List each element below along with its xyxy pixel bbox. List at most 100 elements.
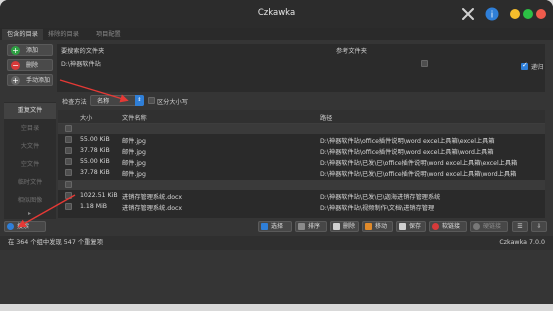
save-icon [399,223,406,230]
add-dir-button[interactable]: + 添加 [7,44,53,56]
cell-size: 55.00 KiB [80,158,110,165]
tools-icon[interactable] [460,6,476,22]
svg-text:i: i [491,11,494,21]
cell-name: 邮件.jpg [122,149,146,156]
minimize-button[interactable] [510,9,520,19]
table-row[interactable]: 37.78 KiB 邮件.jpg D:\神器软件站\已发\已\office插件说… [58,168,545,178]
row-checkbox[interactable] [65,169,72,176]
panel-icon: ☰ [517,223,523,230]
sidebar-item-duplicates[interactable]: 重复文件 [4,103,56,119]
select-button[interactable]: 选择 [258,221,292,232]
tab-project-settings[interactable]: 项目配置 [96,29,121,40]
sort-button[interactable]: 排序 [295,221,327,232]
manual-add-button[interactable]: + 手动添加 [7,74,53,86]
add-dir-label: 添加 [26,47,39,54]
info-icon[interactable]: i [484,6,500,22]
row-checkbox[interactable] [65,203,72,210]
sidebar-item-similar-images[interactable]: 相似图像 [4,193,56,209]
bottom-toolbar: 搜索 选择 排序 删除 移动 保存 软链接 硬链接 ☰ ⇩ [0,219,553,234]
folder-icon [365,223,372,230]
results-table: 大小 文件名称 路径 55.00 KiB 邮件.jpg D:\神器软件站\off… [58,110,545,218]
move-button[interactable]: 移动 [362,221,393,232]
row-checkbox[interactable] [65,147,72,154]
method-select[interactable]: 名称 ⇕ [90,95,144,106]
table-row[interactable]: 55.00 KiB 邮件.jpg D:\神器软件站\office插件说明\wor… [58,135,545,145]
cell-name: 进销存管理系统.docx [122,205,183,212]
reference-checkbox[interactable] [421,60,428,67]
bottom-panel-toggle-button[interactable]: ☰ [512,221,528,232]
cell-path: D:\神器软件站\office插件说明\word excel上具箱\excel上… [320,138,495,145]
symlink-button[interactable]: 软链接 [429,221,467,232]
table-header: 大小 文件名称 路径 [58,110,545,124]
save-button[interactable]: 保存 [396,221,426,232]
table-row[interactable]: 1022.51 KiB 进销存管理系统.docx D:\神器软件站\已发\已\迦… [58,191,545,201]
cell-path: D:\神器软件站\已发\已\office插件说明\word excel上具箱\w… [320,171,517,178]
dir-entry[interactable]: D:\神器软件站 [61,59,101,68]
recursive-label: 递归 [531,64,544,71]
trash-icon [333,223,340,230]
case-sensitive-checkbox[interactable] [148,97,155,104]
version-label: Czkawka 7.0.0 [499,239,545,246]
cell-name: 邮件.jpg [122,138,146,145]
group-header-row [58,180,545,190]
move-label: 移动 [375,223,388,230]
cell-size: 37.78 KiB [80,169,110,176]
cell-name: 邮件.jpg [122,160,146,167]
hardlink-label: 硬链接 [483,223,502,230]
status-text: 在 364 个组中发现 547 个重复项 [8,239,104,246]
col-path[interactable]: 路径 [320,113,332,122]
cell-name: 进销存管理系统.docx [122,194,183,201]
save-label: 保存 [409,223,422,230]
status-bar: 在 364 个组中发现 547 个重复项 Czkawka 7.0.0 [0,236,553,250]
select-label: 选择 [271,223,284,230]
cell-path: D:\神器软件站\office插件说明\word excel上具箱\word上具… [320,149,494,156]
minus-icon: − [11,61,20,70]
hardlink-button[interactable]: 硬链接 [470,221,508,232]
plus-icon: + [11,76,20,85]
sidebar-item-empty-files[interactable]: 空文件 [4,157,56,173]
sort-icon [298,223,305,230]
recursive-checkbox[interactable] [521,61,528,70]
sidebar-item-big-files[interactable]: 大文件 [4,139,56,155]
table-row[interactable]: 37.78 KiB 邮件.jpg D:\神器软件站\office插件说明\wor… [58,146,545,156]
dir-list: 要搜索的文件夹 参考文件夹 D:\神器软件站 递归 [57,44,545,92]
row-checkbox[interactable] [65,181,72,188]
remove-dir-button[interactable]: − 删除 [7,59,53,71]
hardlink-icon [473,223,480,230]
tab-included-dirs[interactable]: 包含的目录 [2,29,43,40]
close-button[interactable] [536,9,546,19]
search-icon [7,223,14,230]
select-icon [261,223,268,230]
cell-name: 邮件.jpg [122,171,146,178]
cell-size: 1022.51 KiB [80,192,118,199]
row-checkbox[interactable] [65,158,72,165]
cell-path: D:\神器软件站\已发\已\迦海进销存管理系统 [320,194,441,201]
row-checkbox[interactable] [65,136,72,143]
delete-label: 删除 [343,223,356,230]
row-checkbox[interactable] [65,192,72,199]
col-name[interactable]: 文件名称 [122,113,147,122]
tab-excluded-dirs[interactable]: 排除的目录 [48,29,79,40]
delete-button[interactable]: 删除 [330,221,359,232]
scroll-down-icon[interactable]: ▸ [28,210,31,217]
maximize-button[interactable] [523,9,533,19]
plus-icon: + [11,46,20,55]
col-size[interactable]: 大小 [80,113,92,122]
group-header-row [58,124,545,134]
sidebar-item-empty-dirs[interactable]: 空目录 [4,121,56,137]
text-view-icon: ⇩ [536,223,542,230]
app-window: Czkawka i 包含的目录 排除的目录 项目配置 + 添加 − 删除 + 手… [0,0,553,304]
search-button[interactable]: 搜索 [4,221,46,232]
title-bar: Czkawka i [0,0,553,29]
chevron-updown-icon: ⇕ [135,95,144,106]
manual-add-label: 手动添加 [26,77,51,84]
sidebar-item-temp-files[interactable]: 临时文件 [4,175,56,191]
method-value: 名称 [97,98,110,105]
row-checkbox[interactable] [65,125,72,132]
cell-path: D:\神器软件站\已发\已\office插件说明\word excel上具箱\e… [320,160,518,167]
table-row[interactable]: 55.00 KiB 邮件.jpg D:\神器软件站\已发\已\office插件说… [58,157,545,167]
method-bar: 检查方法 名称 ⇕ 区分大小写 [58,93,545,109]
table-row[interactable]: 1.18 MiB 进销存管理系统.docx D:\神器软件站\视频制作\文档\进… [58,202,545,212]
text-view-toggle-button[interactable]: ⇩ [531,221,547,232]
sort-label: 排序 [308,223,321,230]
